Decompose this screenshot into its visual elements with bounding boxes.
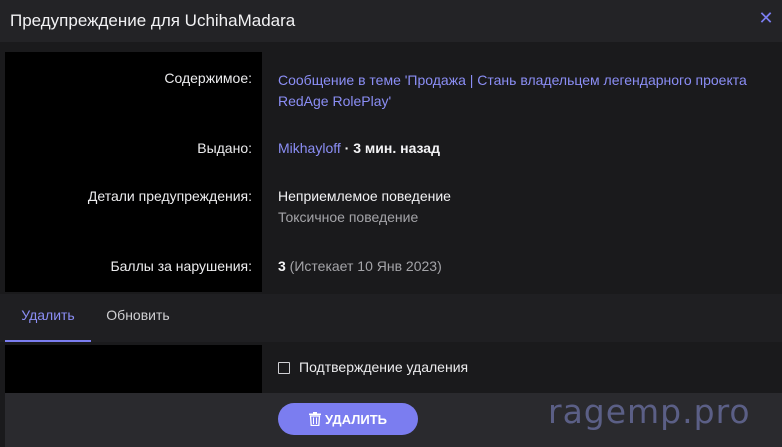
labels-column: Содержимое: Выдано: Детали предупреждени…	[5, 52, 262, 292]
warning-details: Содержимое: Выдано: Детали предупреждени…	[5, 52, 782, 292]
tab-update[interactable]: Обновить	[91, 294, 185, 342]
values-column: Сообщение в теме 'Продажа | Стань владел…	[262, 52, 782, 292]
details-title: Неприемлемое поведение	[278, 188, 451, 204]
confirm-delete-checkbox[interactable]	[278, 362, 290, 374]
confirm-label-column	[5, 345, 262, 393]
details-label: Детали предупреждения:	[87, 188, 252, 204]
points-number: 3	[278, 258, 286, 274]
issued-value: Mikhayloff · 3 мин. назад	[278, 140, 440, 156]
trash-icon	[309, 412, 321, 426]
delete-confirm-row: Подтверждение удаления	[5, 345, 782, 393]
issued-separator: ·	[340, 140, 354, 156]
points-label: Баллы за нарушения:	[110, 258, 252, 274]
delete-button[interactable]: УДАЛИТЬ	[278, 403, 418, 435]
issued-label: Выдано:	[197, 140, 252, 156]
points-expiry: (Истекает 10 Янв 2023)	[285, 258, 442, 274]
action-tabs: Удалить Обновить	[0, 294, 782, 342]
delete-button-label: УДАЛИТЬ	[325, 411, 387, 427]
watermark: ragemp.pro	[548, 392, 751, 431]
content-label: Содержимое:	[164, 70, 252, 86]
issued-time: 3 мин. назад	[353, 140, 440, 156]
details-subtitle: Токсичное поведение	[278, 209, 419, 225]
close-icon[interactable]: ✕	[758, 9, 774, 27]
issuer-link[interactable]: Mikhayloff	[278, 140, 341, 156]
points-value: 3 (Истекает 10 Янв 2023)	[278, 258, 442, 274]
tab-delete[interactable]: Удалить	[5, 294, 91, 342]
dialog-title: Предупреждение для UchihaMadara	[10, 11, 296, 30]
dialog-header: Предупреждение для UchihaMadara ✕	[0, 0, 782, 42]
confirm-delete-label[interactable]: Подтверждение удаления	[299, 359, 468, 375]
content-link[interactable]: Сообщение в теме 'Продажа | Стань владел…	[278, 70, 768, 112]
